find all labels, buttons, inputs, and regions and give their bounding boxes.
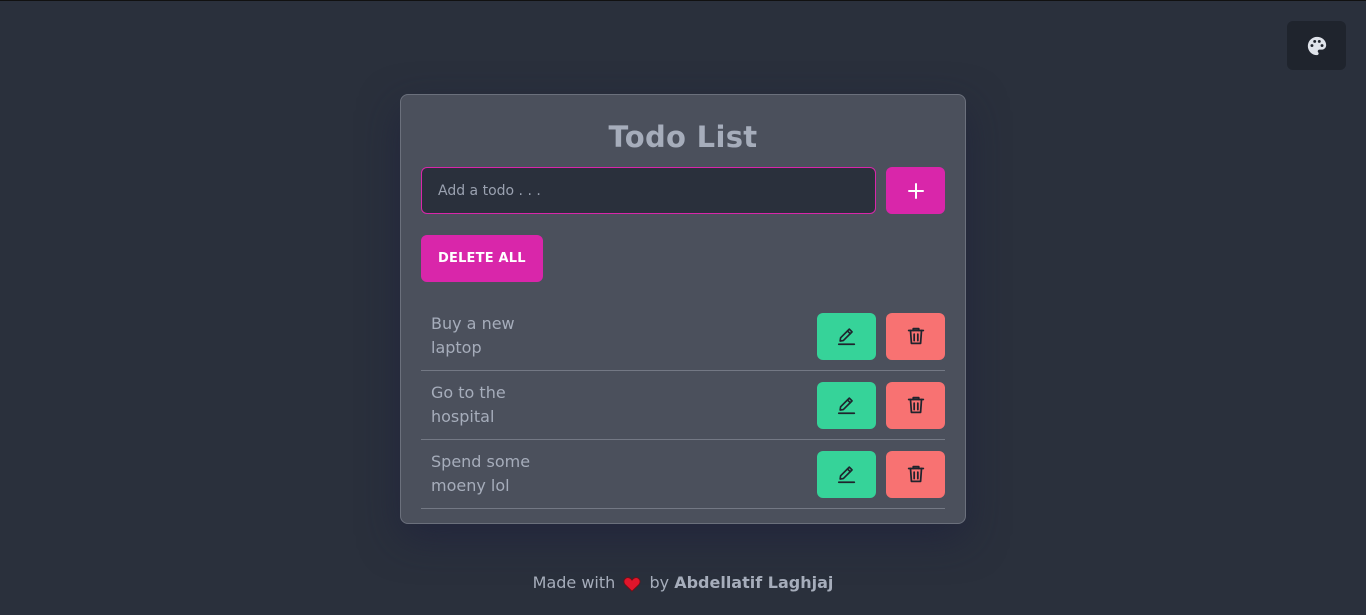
edit-button[interactable] <box>817 450 876 498</box>
delete-button[interactable] <box>886 312 945 360</box>
delete-button[interactable] <box>886 450 945 498</box>
heart-icon <box>623 576 641 592</box>
list-item: Go to the hospital <box>421 371 945 440</box>
todo-input[interactable] <box>421 167 876 214</box>
todo-text: Spend some moeny lol <box>431 452 531 495</box>
trash-icon <box>907 396 924 414</box>
todo-card: Todo List DELETE ALL Buy a new laptop <box>400 94 966 524</box>
plus-icon <box>907 182 924 199</box>
page-title: Todo List <box>608 120 758 154</box>
trash-icon <box>907 465 924 483</box>
delete-button[interactable] <box>886 381 945 429</box>
theme-toggle-button[interactable] <box>1287 21 1346 70</box>
pencil-icon <box>837 328 855 346</box>
footer: Made with by Abdellatif Laghjaj <box>0 573 1366 592</box>
list-item: Spend some moeny lol <box>421 440 945 509</box>
todo-text: Go to the hospital <box>431 383 506 426</box>
trash-icon <box>907 327 924 345</box>
footer-made-with: Made with <box>532 573 616 592</box>
item-actions <box>817 450 945 498</box>
delete-all-button[interactable]: DELETE ALL <box>421 235 543 282</box>
edit-button[interactable] <box>817 312 876 360</box>
add-todo-button[interactable] <box>886 167 945 214</box>
todo-list: Buy a new laptop Go to the hospital Spen… <box>421 302 945 509</box>
item-actions <box>817 381 945 429</box>
item-actions <box>817 312 945 360</box>
palette-icon <box>1307 36 1326 55</box>
author-name: Abdellatif Laghjaj <box>674 573 834 592</box>
todo-text: Buy a new laptop <box>431 314 515 357</box>
pencil-icon <box>837 397 855 415</box>
footer-by: by <box>649 573 670 592</box>
pencil-icon <box>837 466 855 484</box>
add-todo-row <box>421 167 945 214</box>
edit-button[interactable] <box>817 381 876 429</box>
list-item: Buy a new laptop <box>421 302 945 371</box>
